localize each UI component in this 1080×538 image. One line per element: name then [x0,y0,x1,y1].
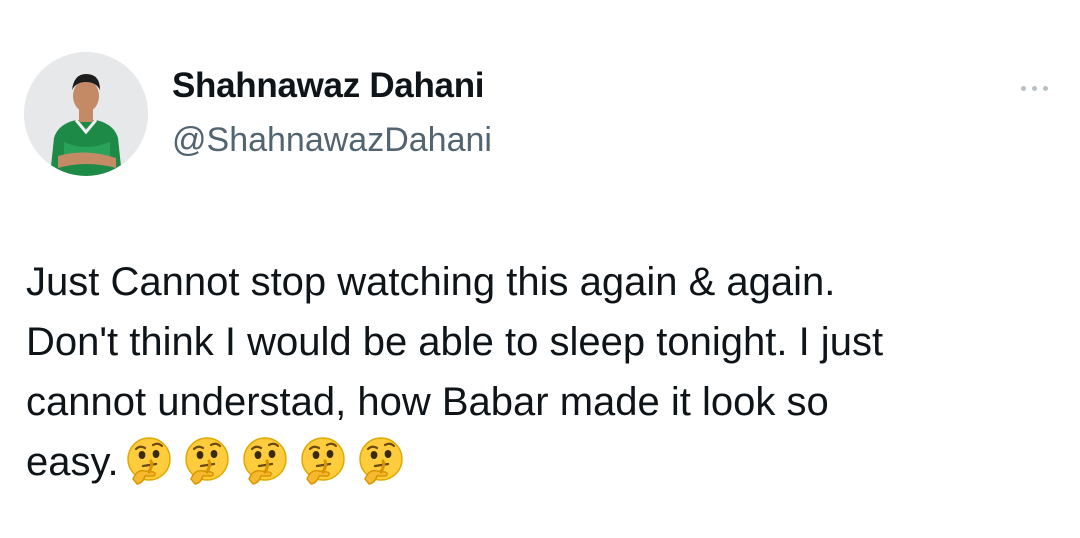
avatar-photo [24,52,148,176]
thinking-face-emoji [184,437,229,485]
tweet-body: Just Cannot stop watching this again & a… [26,252,1066,492]
tweet-text-last-line: easy. [26,432,1066,492]
tweet-text-line: Don't think I would be able to sleep ton… [26,320,884,364]
tweet-card: Shahnawaz Dahani @ShahnawazDahani Just C… [0,0,1080,538]
emoji-row [123,435,407,487]
author-handle[interactable]: @ShahnawazDahani [172,121,492,160]
thinking-face-emoji [300,437,345,485]
more-horizontal-icon-dot [1042,85,1048,91]
more-horizontal-icon [1020,85,1026,91]
author-display-name[interactable]: Shahnawaz Dahani [172,66,485,106]
thinking-face-emoji [242,437,287,485]
tweet-text-line: cannot understad, how Babar made it look… [26,380,829,424]
tweet-text-line: Just Cannot stop watching this again & a… [26,260,836,304]
thinking-face-emoji [126,437,171,485]
thinking-face-emoji [358,437,403,485]
tweet-text-line: easy. [26,440,119,484]
more-options-button[interactable] [1012,74,1056,102]
author-avatar[interactable] [24,52,148,176]
more-horizontal-icon-dot [1031,85,1037,91]
